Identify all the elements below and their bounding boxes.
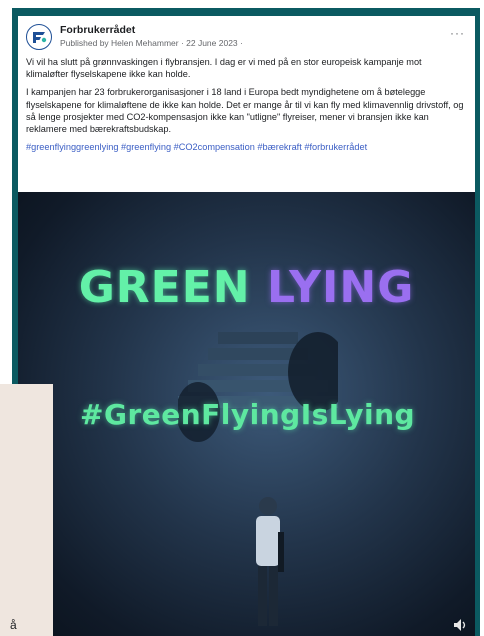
video-hashtag: #GreenFlyingIsLying: [80, 398, 416, 431]
post-paragraph-1: Vi vil ha slutt på grønnvaskingen i flyb…: [26, 57, 422, 80]
facebook-post: Forbrukerrådet Published by Helen Mehamm…: [18, 16, 475, 636]
volume-icon[interactable]: [453, 618, 469, 632]
more-options-icon[interactable]: ···: [450, 26, 465, 40]
video-title-purple: LYING: [266, 262, 415, 313]
video-player[interactable]: GREEN LYING #GreenFlyingIsLying: [18, 192, 475, 636]
post-meta: Published by Helen Mehammer · 22 June 20…: [60, 38, 243, 48]
overlay-panel: [0, 384, 53, 636]
video-title: GREEN LYING: [18, 262, 475, 313]
avatar[interactable]: [26, 24, 52, 50]
post-hashtags[interactable]: #greenflyinggreenlying #greenflying #CO2…: [26, 141, 466, 153]
post-paragraph-2: I kampanjen har 23 forbrukerorganisasjon…: [26, 87, 464, 135]
post-body: Vi vil ha slutt på grønnvaskingen i flyb…: [26, 56, 466, 159]
stairs-graphic: [178, 332, 338, 442]
post-author[interactable]: Forbrukerrådet: [60, 24, 135, 36]
video-title-green: GREEN: [78, 262, 251, 313]
person-figure: [256, 497, 284, 626]
forbrukerradet-logo-icon: [33, 32, 47, 43]
corner-text: å: [10, 618, 17, 632]
